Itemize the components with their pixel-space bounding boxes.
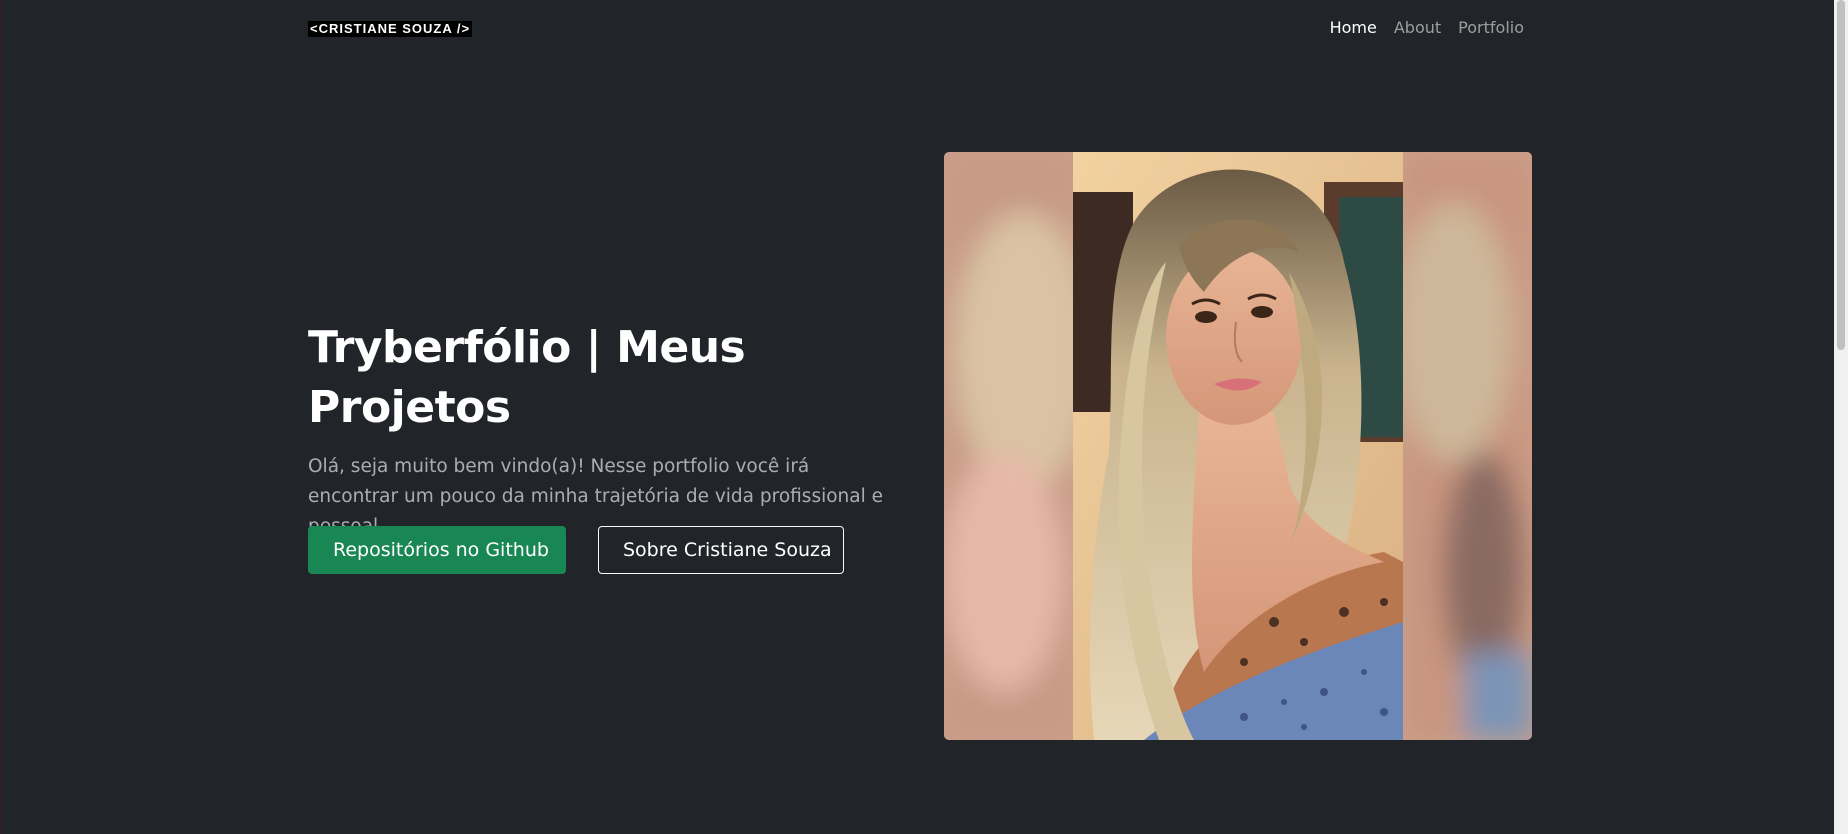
scrollbar-thumb[interactable] bbox=[1837, 0, 1845, 350]
navbar: <CRISTIANE SOUZA /> Home About Portfolio bbox=[308, 0, 1524, 58]
hero-text: Tryberfólio | Meus Projetos Olá, seja mu… bbox=[308, 318, 888, 542]
hero-title: Tryberfólio | Meus Projetos bbox=[308, 322, 746, 433]
hero-buttons: Repositórios no Github Sobre Cristiane S… bbox=[308, 526, 844, 574]
nav-links: Home About Portfolio bbox=[1330, 17, 1524, 39]
nav-link-about[interactable]: About bbox=[1394, 17, 1441, 39]
profile-photo bbox=[944, 152, 1532, 740]
nav-link-home[interactable]: Home bbox=[1330, 17, 1377, 39]
scrollbar[interactable] bbox=[1834, 0, 1848, 834]
brand-logo[interactable]: <CRISTIANE SOUZA /> bbox=[308, 21, 473, 37]
about-cristiane-button[interactable]: Sobre Cristiane Souza bbox=[598, 526, 844, 574]
page-left-edge bbox=[0, 0, 2, 834]
profile-photo-illustration bbox=[944, 152, 1532, 740]
github-repos-button[interactable]: Repositórios no Github bbox=[308, 526, 566, 574]
page: <CRISTIANE SOUZA /> Home About Portfolio… bbox=[0, 0, 1848, 834]
nav-link-portfolio[interactable]: Portfolio bbox=[1458, 17, 1524, 39]
